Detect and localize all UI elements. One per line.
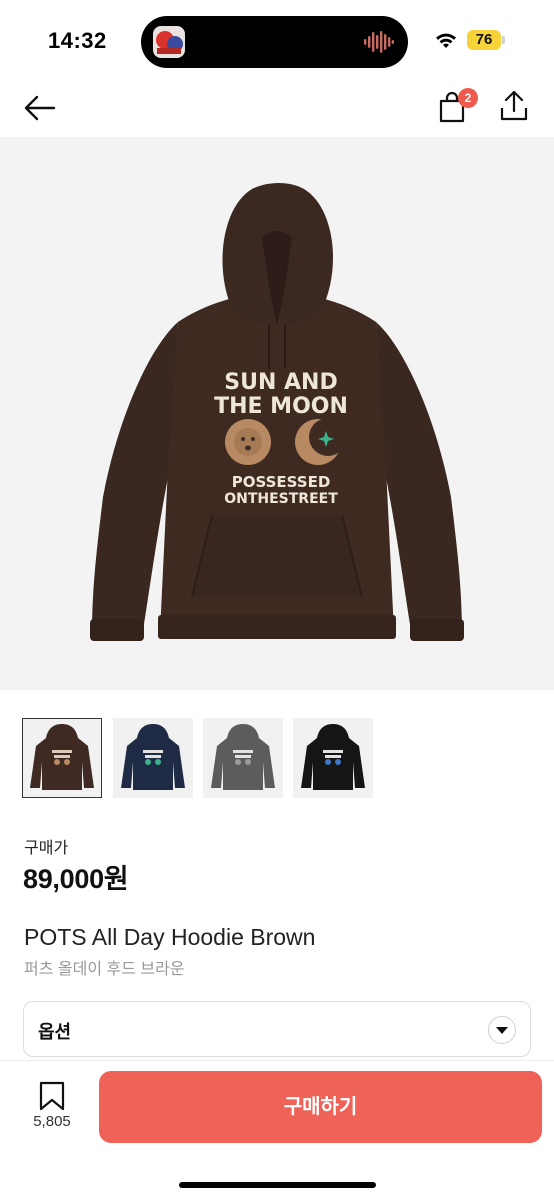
audio-wave-icon <box>364 30 394 54</box>
home-indicator <box>179 1182 376 1188</box>
status-bar: 14:32 76 <box>0 0 554 80</box>
product-name-korean: 퍼츠 올데이 후드 브라운 <box>24 961 185 978</box>
share-button[interactable] <box>497 88 531 124</box>
option-select[interactable]: 옵션 <box>23 1001 531 1057</box>
thumbnail-brown[interactable] <box>22 718 102 798</box>
back-arrow-icon <box>24 95 56 121</box>
battery-cap <box>502 36 505 44</box>
status-time: 14:32 <box>48 28 107 53</box>
print-line-1: SUN AND <box>224 370 337 395</box>
print-line-2: THE MOON <box>214 394 348 419</box>
product-name: POTS All Day Hoodie Brown <box>24 924 316 950</box>
product-image[interactable]: SUN AND THE MOON POSSESSED ONTHESTREET <box>0 137 554 690</box>
battery-icon: 76 <box>467 30 501 50</box>
thumbnail-navy[interactable] <box>113 718 193 798</box>
dynamic-island[interactable] <box>141 16 408 68</box>
thumbnail-gray[interactable] <box>203 718 283 798</box>
nav-bar: 2 <box>0 80 554 136</box>
bookmark-icon <box>39 1081 65 1111</box>
back-button[interactable] <box>22 90 58 126</box>
cart-count-badge: 2 <box>458 88 478 108</box>
chevron-down-icon <box>488 1016 516 1044</box>
option-label: 옵션 <box>38 1022 72 1042</box>
price-label: 구매가 <box>24 840 69 857</box>
print-line-3: POSSESSED <box>232 473 331 491</box>
price-value: 89,000원 <box>23 864 129 894</box>
thumbnail-black[interactable] <box>293 718 373 798</box>
sun-graphic <box>225 419 271 465</box>
buy-button[interactable]: 구매하기 <box>99 1071 542 1143</box>
print-line-4: ONTHESTREET <box>224 491 338 507</box>
wifi-icon <box>434 30 458 50</box>
share-icon <box>500 90 528 121</box>
app-thumbnail-icon <box>153 26 185 58</box>
bookmark-button[interactable]: 5,805 <box>20 1079 84 1139</box>
bookmark-count: 5,805 <box>33 1113 71 1130</box>
bottom-bar: 5,805 구매하기 <box>0 1060 554 1200</box>
